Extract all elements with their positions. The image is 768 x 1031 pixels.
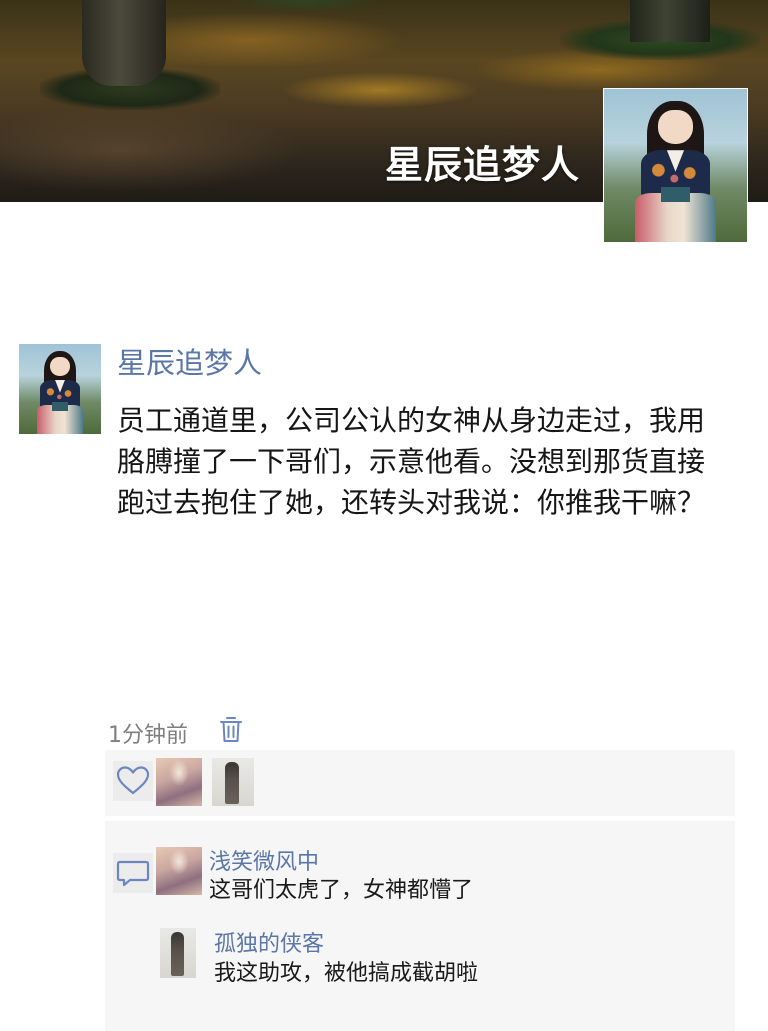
cover-tree-trunk bbox=[82, 0, 166, 86]
profile-avatar[interactable] bbox=[603, 88, 748, 243]
post-text: 员工通道里，公司公认的女神从身边走过，我用胳膊撞了一下哥们，示意他看。没想到那货… bbox=[117, 404, 706, 519]
post-author-name[interactable]: 星辰追梦人 bbox=[117, 340, 262, 382]
comment-icon[interactable] bbox=[113, 853, 153, 893]
cover-foliage bbox=[230, 0, 380, 12]
commenter-avatar[interactable] bbox=[160, 928, 196, 978]
post-author-avatar[interactable] bbox=[19, 344, 101, 434]
commenter-name[interactable]: 孤独的侠客 bbox=[214, 926, 324, 958]
like-avatar[interactable] bbox=[156, 758, 202, 806]
profile-name: 星辰追梦人 bbox=[384, 143, 580, 187]
trash-icon[interactable] bbox=[219, 716, 243, 744]
cover-tree-trunk-right bbox=[630, 0, 710, 42]
comment-text: 这哥们太虎了，女神都懵了 bbox=[209, 878, 474, 903]
likes-panel bbox=[105, 750, 735, 816]
post-timestamp: 1分钟前 bbox=[108, 723, 188, 748]
comment-text: 我这助攻，被他搞成截胡啦 bbox=[214, 961, 479, 986]
heart-icon[interactable] bbox=[113, 761, 153, 801]
like-avatar[interactable] bbox=[212, 758, 254, 806]
commenter-avatar[interactable] bbox=[156, 847, 202, 895]
comments-panel: 浅笑微风中 这哥们太虎了，女神都懵了 孤独的侠客 我这助攻，被他搞成截胡啦 bbox=[105, 821, 735, 1031]
